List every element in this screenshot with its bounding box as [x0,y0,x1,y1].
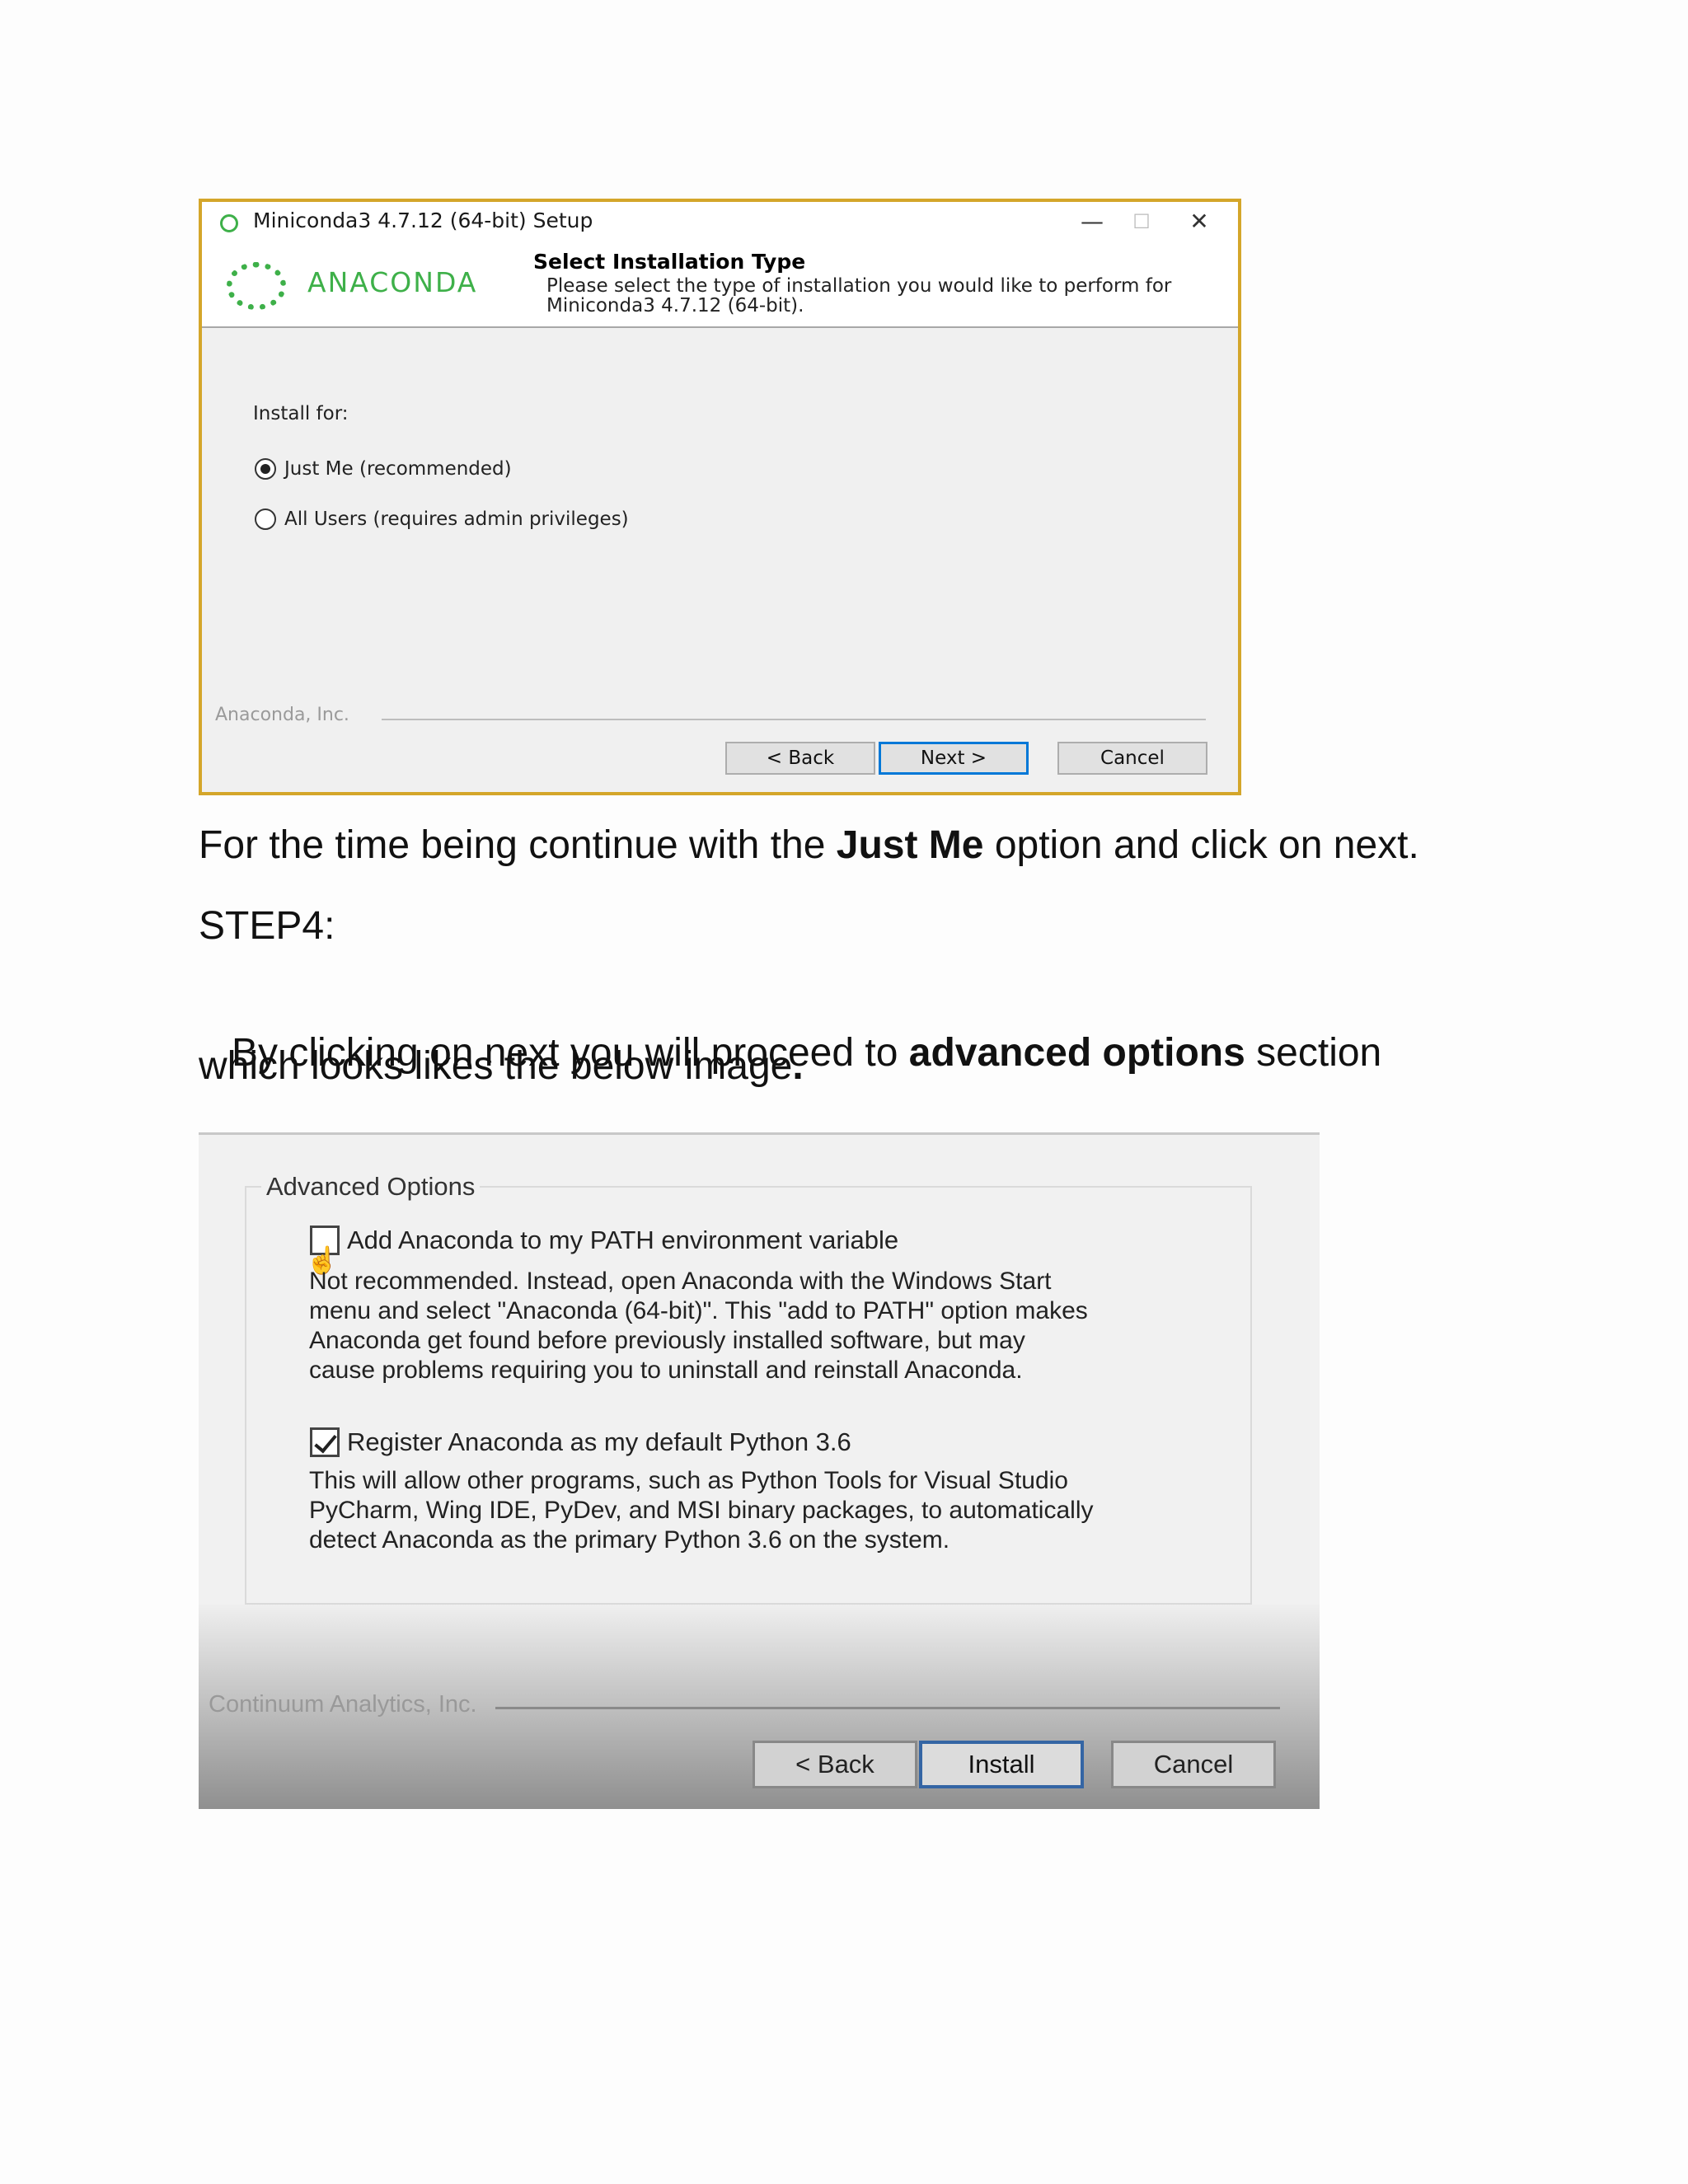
step-text-end: section [1245,1031,1382,1075]
instruction-text-end: option and click on next. [983,823,1419,867]
anaconda-logo-icon [227,262,286,310]
window-title: Miniconda3 4.7.12 (64-bit) Setup [253,209,593,232]
footer-divider [495,1707,1280,1709]
register-python-checkbox[interactable] [310,1427,340,1457]
step-heading: STEP4: [199,904,335,948]
advanced-options-screenshot: Advanced Options ☝ Add Anaconda to my PA… [199,1132,1320,1809]
instruction-paragraph: For the time being continue with the Jus… [199,823,1419,868]
register-python-description: This will allow other programs, such as … [309,1467,1094,1554]
back-button[interactable]: < Back [753,1741,917,1788]
footer-divider [382,719,1206,720]
wizard-step-subtitle: Please select the type of installation y… [546,275,1172,316]
wizard-header: ANACONDA Select Installation Type Please… [202,243,1238,328]
wizard-step-title: Select Installation Type [533,250,806,274]
just-me-label[interactable]: Just Me (recommended) [284,458,512,480]
installer-window-screenshot: Miniconda3 4.7.12 (64-bit) Setup — ☐ ✕ A… [199,199,1241,795]
next-button[interactable]: Next > [879,742,1029,775]
install-for-label: Install for: [253,403,349,424]
step-text-bold: advanced options [908,1031,1245,1075]
cancel-button[interactable]: Cancel [1111,1741,1276,1788]
brand-footer-text: Continuum Analytics, Inc. [209,1691,477,1718]
register-python-label[interactable]: Register Anaconda as my default Python 3… [347,1427,851,1457]
anaconda-ring-icon [220,214,238,232]
anaconda-logo-text: ANACONDA [307,266,478,298]
instruction-text-start: For the time being continue with the [199,823,837,867]
add-to-path-label[interactable]: Add Anaconda to my PATH environment vari… [347,1226,898,1255]
maximize-icon[interactable]: ☐ [1117,202,1166,243]
step-text-line2: which looks likes the below image [199,1044,793,1088]
just-me-radio[interactable] [255,458,276,480]
all-users-radio[interactable] [255,509,276,530]
instruction-text-bold: Just Me [836,823,984,867]
add-to-path-description: Not recommended. Instead, open Anaconda … [309,1268,1088,1384]
advanced-options-label: Advanced Options [261,1172,481,1202]
title-bar: Miniconda3 4.7.12 (64-bit) Setup — ☐ ✕ [202,202,1238,243]
all-users-label[interactable]: All Users (requires admin privileges) [284,509,629,530]
cancel-button[interactable]: Cancel [1057,742,1207,775]
step-text-period: . [792,1044,804,1088]
brand-footer-text: Anaconda, Inc. [215,705,349,725]
install-button[interactable]: Install [919,1741,1084,1788]
minimize-icon[interactable]: — [1067,202,1117,243]
close-icon[interactable]: ✕ [1175,202,1224,243]
back-button[interactable]: < Back [725,742,875,775]
step-paragraph-line2: which looks likes the below image. [199,1043,804,1089]
